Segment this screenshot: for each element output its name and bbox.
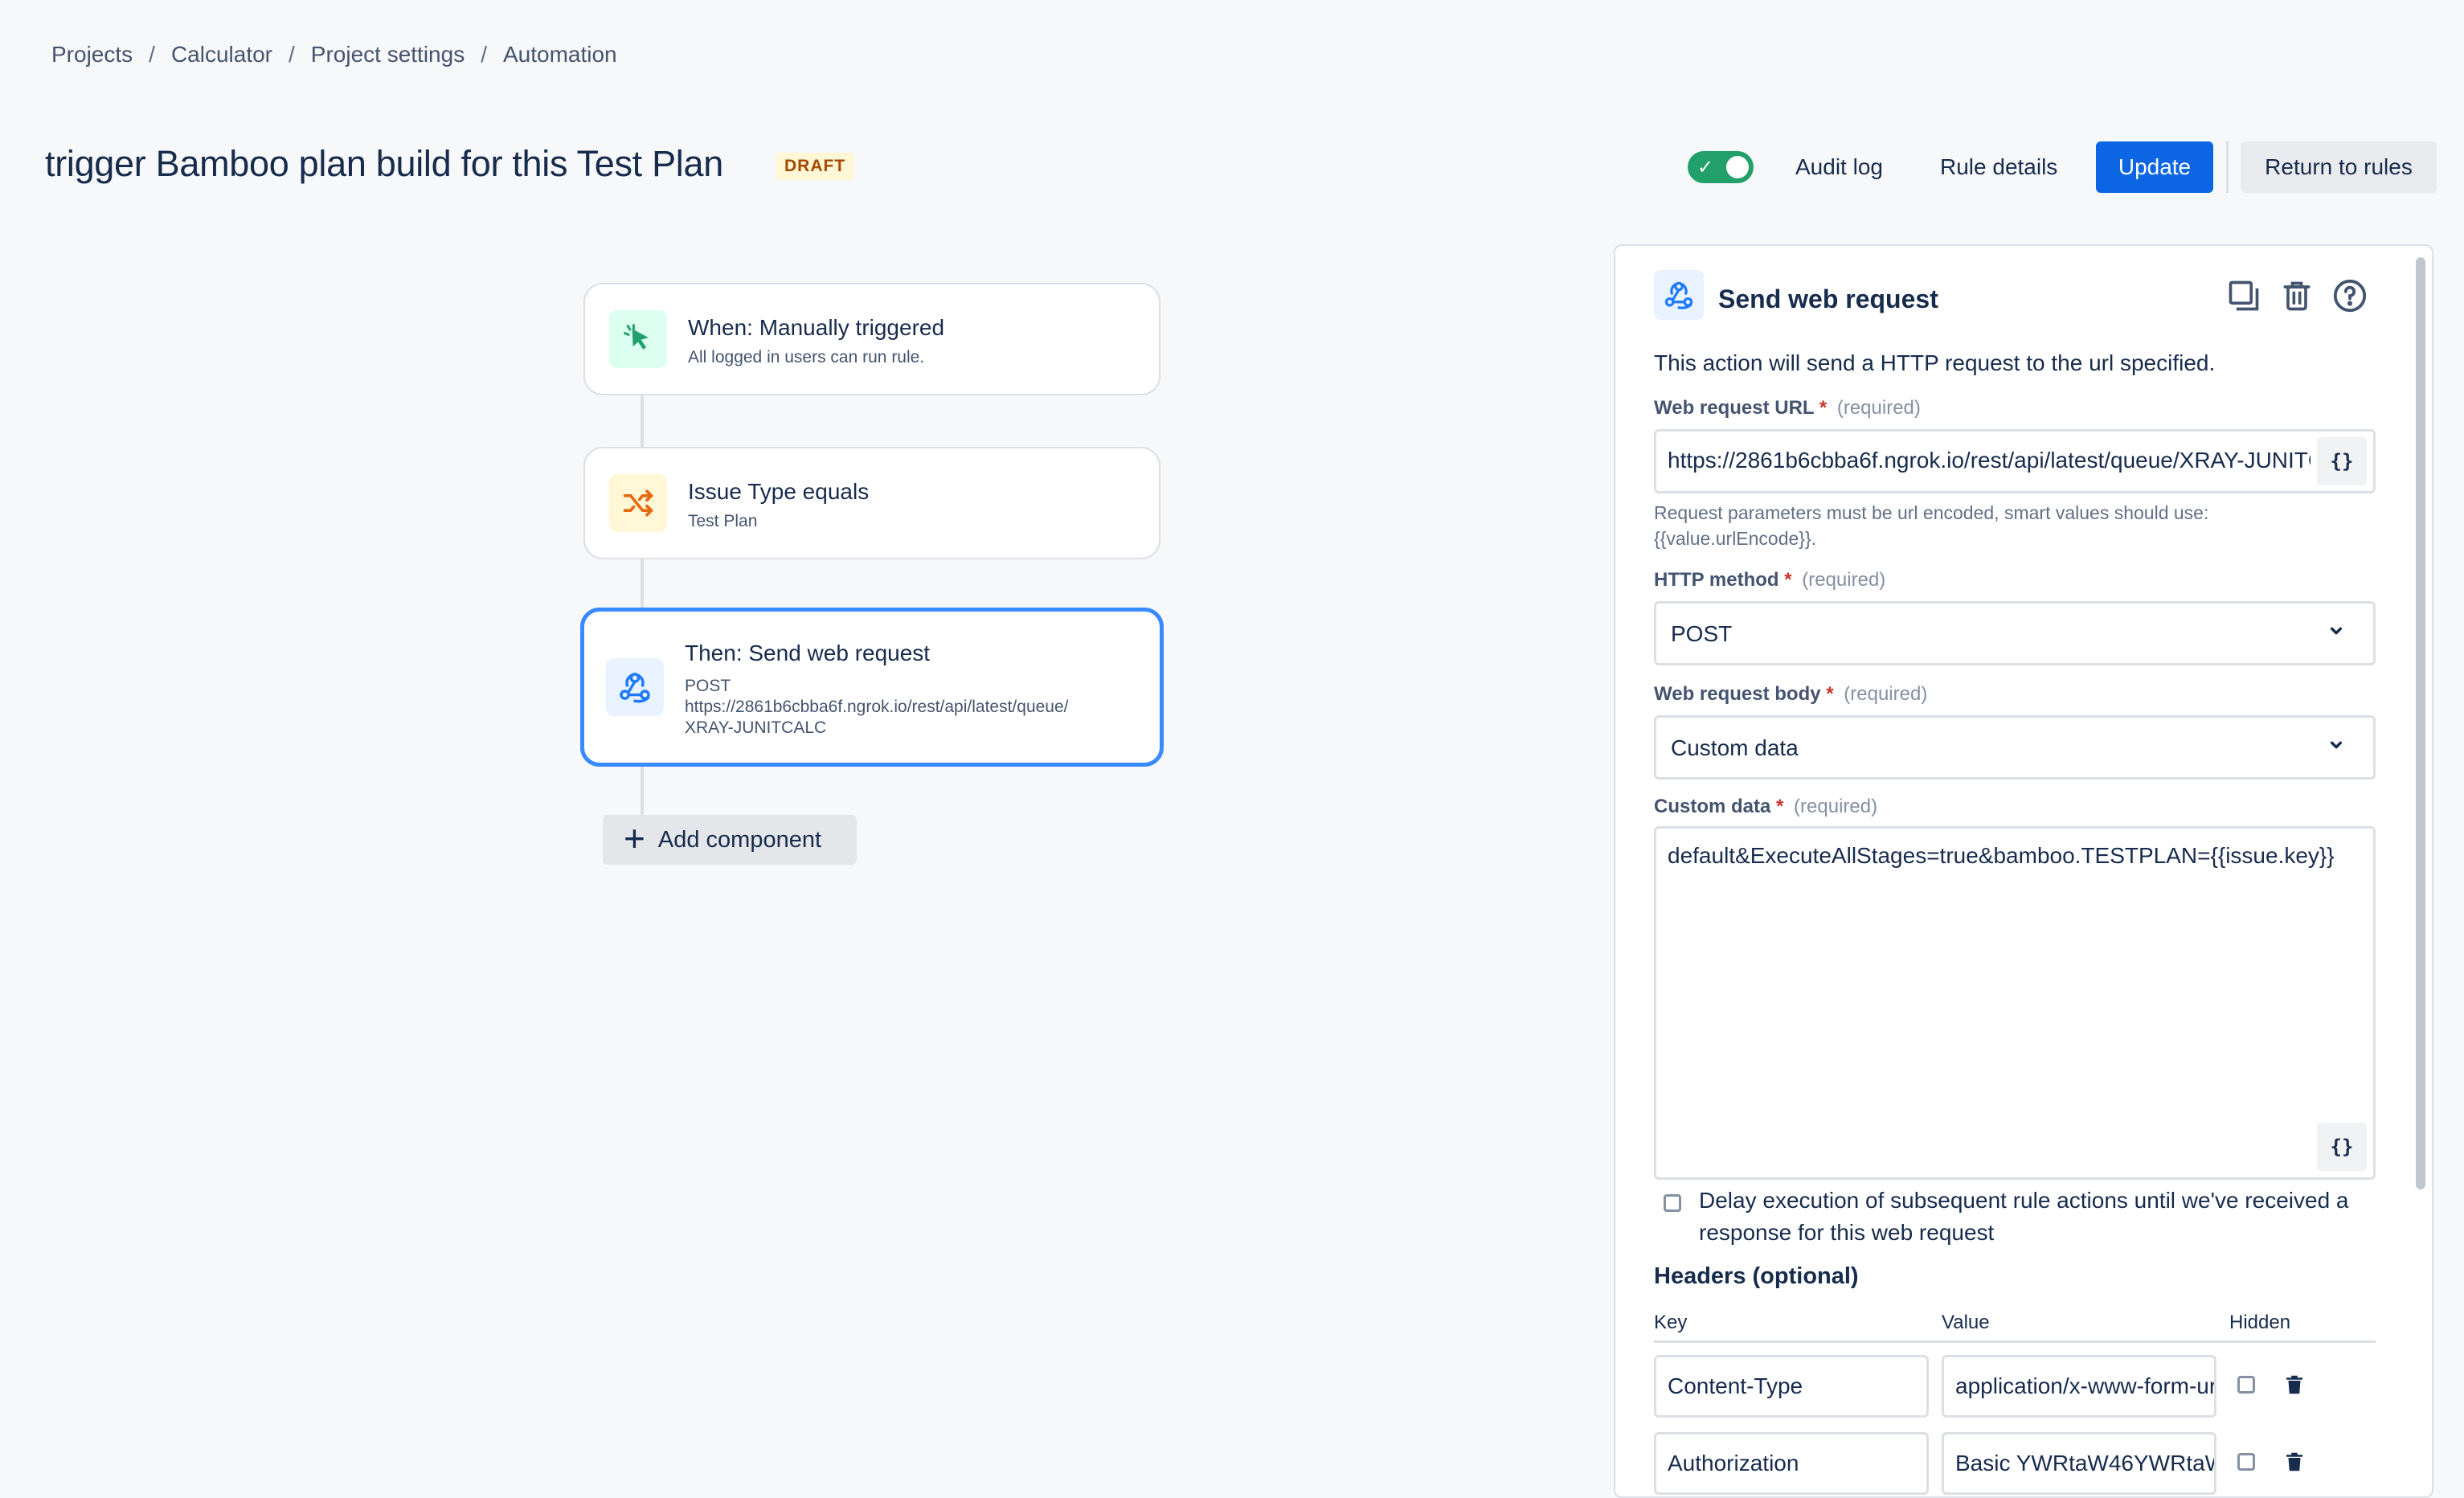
breadcrumb-separator: / [481,42,487,67]
panel-scrollbar[interactable] [2416,257,2425,1189]
headers-column-hidden: Hidden [2229,1312,2291,1333]
smart-value-button[interactable]: {} [2317,437,2367,485]
custom-data-label-text: Custom data [1654,796,1771,817]
headers-column-key: Key [1654,1312,1688,1333]
flow-connector [641,765,644,815]
required-hint: (required) [1844,683,1928,705]
method-field-label: HTTP method * (required) [1654,569,1885,591]
panel-description: This action will send a HTTP request to … [1654,350,2216,375]
breadcrumb-separator: / [289,42,295,67]
action-url-line2: XRAY-JUNITCALC [685,718,827,737]
breadcrumb: Projects / Calculator / Project settings… [51,42,617,68]
audit-log-button[interactable]: Audit log [1776,141,1902,193]
update-button[interactable]: Update [2096,141,2213,193]
url-label-text: Web request URL [1654,397,1815,419]
header-key-input[interactable]: Content-Type [1654,1355,1929,1418]
condition-title: Issue Type equals [688,479,870,504]
chevron-down-icon [2323,618,2349,649]
helper-line: {{value.urlEncode}}. [1654,528,1817,549]
web-request-body-value: Custom data [1671,735,1799,760]
required-mark: * [1776,796,1784,817]
rule-details-button[interactable]: Rule details [1921,141,2077,193]
condition-node[interactable]: Issue Type equals Test Plan [583,447,1160,559]
delay-execution-label: Delay execution of subsequent rule actio… [1699,1188,2349,1245]
help-icon[interactable] [2329,275,2371,317]
custom-data-textarea[interactable]: default&ExecuteAllStages=true&bamboo.TES… [1654,826,2376,1180]
required-hint: (required) [1794,796,1878,817]
component-config-panel: Send web request This action will send a… [1614,244,2433,1498]
header-value-input[interactable]: application/x-www-form-urlencoded [1942,1355,2216,1418]
flow-connector [641,394,644,447]
trigger-node[interactable]: When: Manually triggered All logged in u… [583,283,1160,395]
headers-column-value: Value [1942,1312,1990,1333]
headers-divider [1654,1340,2376,1343]
custom-data-value: default&ExecuteAllStages=true&bamboo.TES… [1668,843,2335,868]
breadcrumb-separator: / [149,42,155,67]
helper-line: Request parameters must be url encoded, … [1654,502,2209,523]
rule-enabled-toggle[interactable]: ✓ [1688,151,1754,183]
add-component-button[interactable]: + Add component [603,815,857,865]
header-key-value: Content-Type [1668,1373,1803,1398]
action-url-line1: https://2861b6cbba6f.ngrok.io/rest/api/l… [685,698,1069,716]
required-mark: * [1819,397,1828,419]
body-field-label: Web request body * (required) [1654,683,1927,706]
breadcrumb-calculator[interactable]: Calculator [171,42,272,68]
action-title: Then: Send web request [685,641,931,665]
header-value-value: Basic YWRtaW46YWRtaW4= [1955,1451,2214,1475]
shuffle-branch-icon [609,474,667,532]
url-input-value: https://2861b6cbba6f.ngrok.io/rest/api/l… [1668,448,2311,473]
header-hidden-checkbox[interactable] [2237,1376,2255,1394]
action-method: POST [685,677,731,695]
smart-value-button[interactable]: {} [2317,1123,2367,1171]
trash-icon[interactable] [2276,275,2318,317]
breadcrumb-project-settings[interactable]: Project settings [311,42,465,68]
draft-status-badge: DRAFT [776,153,854,180]
custom-data-field-label: Custom data * (required) [1654,796,1877,818]
header-key-value: Authorization [1668,1451,1799,1475]
add-component-label: Add component [657,826,822,853]
trigger-subtitle: All logged in users can run rule. [688,348,925,366]
headers-section-title: Headers (optional) [1654,1263,1859,1289]
header-value-input[interactable]: Basic YWRtaW46YWRtaW4= [1942,1432,2216,1495]
required-mark: * [1784,569,1792,591]
breadcrumb-automation[interactable]: Automation [503,42,617,68]
method-label-text: HTTP method [1654,569,1779,591]
cursor-click-icon [609,310,667,368]
copy-icon[interactable] [2223,275,2265,317]
condition-subtitle: Test Plan [688,512,758,530]
panel-title: Send web request [1718,284,1938,313]
trigger-title: When: Manually triggered [688,315,945,340]
url-field-label: Web request URL * (required) [1654,397,1921,420]
plus-icon: + [624,817,645,859]
header-value-value: application/x-www-form-urlencoded [1955,1373,2216,1398]
header-hidden-checkbox[interactable] [2237,1453,2255,1471]
web-request-body-select[interactable]: Custom data [1654,715,2376,780]
header-key-input[interactable]: Authorization [1654,1432,1929,1495]
webhook-icon [606,658,664,716]
required-hint: (required) [1836,397,1921,419]
http-method-value: POST [1671,621,1733,646]
delete-header-icon[interactable] [2282,1373,2306,1401]
return-to-rules-button[interactable]: Return to rules [2241,141,2437,193]
action-node[interactable]: Then: Send web request POST https://2861… [580,608,1164,767]
check-icon: ✓ [1697,157,1714,178]
delay-execution-checkbox[interactable] [1664,1194,1681,1212]
required-mark: * [1826,683,1834,705]
rule-title[interactable]: trigger Bamboo plan build for this Test … [45,143,723,185]
url-helper-text: Request parameters must be url encoded, … [1654,500,2361,551]
required-hint: (required) [1802,569,1886,591]
header-divider [2226,141,2229,193]
toggle-knob [1726,156,1749,178]
web-request-url-input[interactable]: https://2861b6cbba6f.ngrok.io/rest/api/l… [1654,429,2376,493]
body-label-text: Web request body [1654,683,1821,705]
http-method-select[interactable]: POST [1654,601,2376,665]
flow-connector [641,558,644,609]
webhook-icon [1654,270,1704,320]
chevron-down-icon [2323,732,2349,763]
delete-header-icon[interactable] [2282,1450,2306,1478]
breadcrumb-projects[interactable]: Projects [51,42,133,68]
